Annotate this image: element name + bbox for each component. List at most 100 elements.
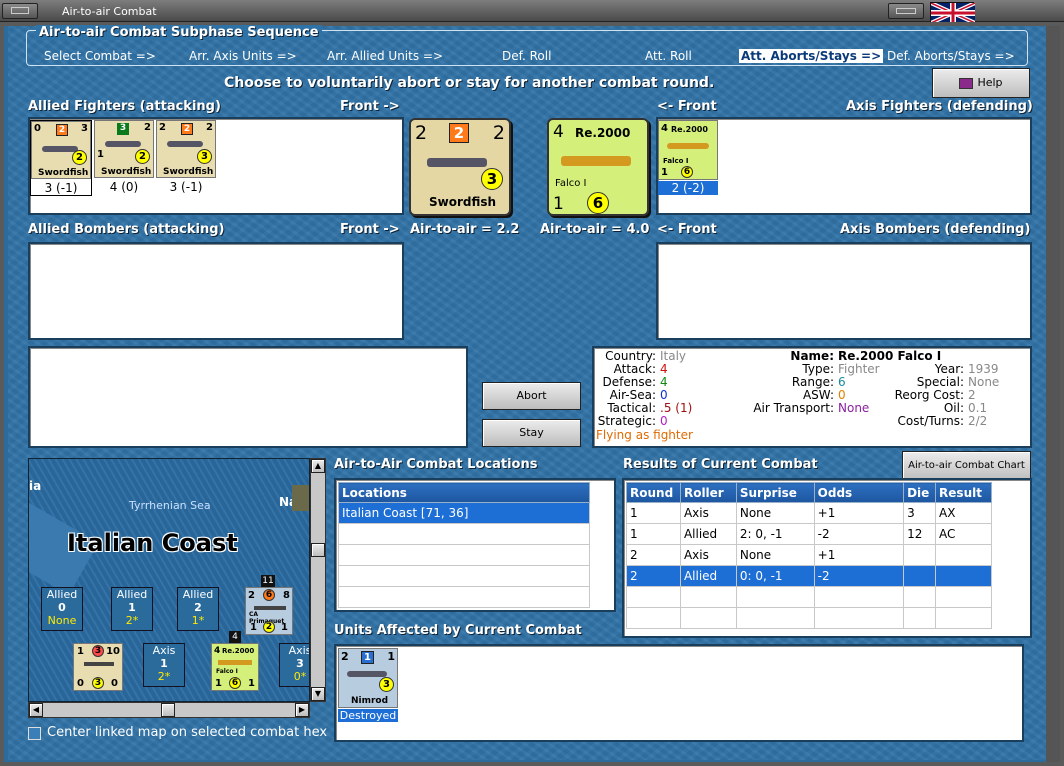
map-box-number: 0	[58, 601, 66, 614]
affected-mid: 1	[361, 651, 374, 664]
strategic-label: Strategic:	[597, 414, 656, 428]
ship-mid: 6	[263, 589, 275, 601]
cell: AX	[935, 502, 992, 524]
cell: None	[735, 502, 815, 524]
window-menu-button[interactable]	[2, 3, 38, 19]
axis-bombers-box[interactable]	[656, 242, 1032, 340]
location-row-empty[interactable]	[338, 565, 590, 587]
axis-counter-top: 4	[214, 646, 221, 656]
re2000-plane-icon	[218, 660, 252, 665]
map-horizontal-scrollbar[interactable]: ◀ ▶	[28, 702, 310, 718]
center-map-checkbox[interactable]	[28, 727, 41, 740]
cell	[903, 544, 937, 566]
allied-fighter-unit[interactable]: 1 3 2 2 Swordfish 4 (0)	[94, 120, 156, 196]
counter-name: Re.2000	[671, 125, 708, 134]
nimrod-plane-icon	[347, 671, 387, 677]
allied-counter-bottom-right: 0	[111, 678, 118, 689]
results-col-result: Result	[935, 482, 992, 503]
allied-fighter-rating: 3 (-1)	[169, 180, 203, 194]
title-bar[interactable]: Air-to-air Combat	[0, 0, 1064, 25]
allied-fighters-label: Allied Fighters (attacking)	[28, 99, 221, 114]
counter-circle-value: 3	[197, 149, 212, 164]
re2000-plane-icon	[561, 156, 631, 166]
allied-counter-bottom-mid: 3	[92, 677, 104, 689]
scroll-right-icon[interactable]: ▶	[295, 703, 309, 717]
allied-bombers-box[interactable]	[28, 242, 404, 340]
location-row-empty[interactable]	[338, 523, 590, 545]
front-right-label-2: Front ->	[340, 222, 400, 237]
affected-left: 2	[341, 650, 349, 663]
location-row-empty[interactable]	[338, 586, 590, 608]
results-row[interactable]: 1 Axis None +1 3 AX	[626, 502, 992, 524]
allied-fighter-unit[interactable]: 2 2 2 3 Swordfish 3 (-1)	[156, 120, 218, 196]
abort-button[interactable]: Abort	[482, 382, 581, 410]
counter-circle-value: 2	[72, 150, 87, 165]
map-axis-box[interactable]: Axis 3 0*	[279, 643, 309, 687]
biplane-icon	[167, 141, 203, 147]
map-box-sub: 1*	[191, 614, 205, 627]
map-partial-label-left: ia	[29, 479, 42, 493]
subphase-sequence-title: Air-to-air Combat Subphase Sequence	[36, 25, 322, 40]
scroll-up-icon[interactable]: ▲	[311, 459, 325, 473]
biplane-icon	[105, 141, 141, 147]
linked-map[interactable]: ia Napl Tyrrhenian Sea Italian Coast All…	[28, 458, 310, 702]
big-axis-top: 4	[553, 122, 564, 142]
axis-counter-bottom-left: 1	[215, 678, 222, 689]
scroll-thumb-h[interactable]	[161, 703, 175, 717]
map-box-side: Axis	[152, 644, 176, 657]
counter-left-value: 2	[159, 122, 166, 133]
axis-fighter-unit[interactable]: 4 Re.2000 Falco I 1 6 2 (-2)	[658, 120, 720, 196]
map-axis-box[interactable]: Axis 1 2*	[143, 643, 185, 687]
results-row-selected[interactable]: 2 Allied 0: 0, -1 -2	[626, 565, 992, 587]
map-allied-box[interactable]: Allied 2 1*	[177, 587, 219, 631]
big-allied-mid: 2	[449, 123, 469, 143]
location-row-empty[interactable]	[338, 544, 590, 566]
results-row[interactable]: 1 Allied 2: 0, -1 -2 12 AC	[626, 523, 992, 545]
axis-fighter-rating: 2 (-2)	[658, 181, 718, 195]
allied-fighter-rating: 4 (0)	[109, 180, 139, 194]
combat-chart-button[interactable]: Air-to-air Combat Chart	[902, 451, 1031, 481]
front-left-label: <- Front	[657, 99, 717, 114]
counter-circle-value: 2	[135, 149, 150, 164]
cell: AC	[935, 523, 992, 545]
cell: +1	[813, 544, 905, 566]
help-button[interactable]: Help	[932, 68, 1030, 98]
counter-mid-value: 3	[117, 123, 129, 135]
axis-counter-bottom-right: 1	[248, 678, 255, 689]
minimize-button[interactable]	[888, 3, 924, 19]
scroll-left-icon[interactable]: ◀	[29, 703, 43, 717]
axis-bombers-label: Axis Bombers (defending)	[840, 222, 1031, 237]
location-row-selected[interactable]: Italian Coast [71, 36]	[338, 502, 590, 524]
scroll-thumb[interactable]	[311, 543, 325, 557]
cell: -2	[813, 565, 905, 587]
results-table-panel[interactable]: Round Roller Surprise Odds Die Result 1A…	[622, 478, 1032, 638]
locations-list[interactable]: Locations Italian Coast [71, 36]	[334, 478, 616, 612]
axis-fighters-label: Axis Fighters (defending)	[846, 99, 1033, 114]
scroll-down-icon[interactable]: ▼	[311, 687, 325, 701]
location-cell: Italian Coast [71, 36]	[338, 502, 590, 524]
swordfish-plane-icon	[427, 158, 487, 167]
map-axis-counter[interactable]: 4 Re.2000 Falco I 1 6 1	[211, 643, 259, 691]
results-row-empty[interactable]	[626, 607, 992, 629]
map-allied-box[interactable]: Allied 0 None	[41, 587, 83, 631]
map-vertical-scrollbar[interactable]: ▲ ▼	[310, 458, 326, 702]
selected-allied-counter[interactable]: 2 2 2 3 Swordfish	[409, 118, 511, 216]
allied-fighter-unit[interactable]: 0 2 3 2 Swordfish 3 (-1)	[30, 120, 92, 196]
map-ship-counter[interactable]: 2 6 8 CA Primaguet 1 2 1	[245, 587, 293, 635]
results-row-empty[interactable]	[626, 586, 992, 608]
status-text: Flying as fighter	[596, 428, 693, 442]
map-box-number: 2	[194, 601, 202, 614]
stay-button[interactable]: Stay	[482, 419, 581, 447]
locations-header: Locations	[338, 482, 590, 503]
affected-unit[interactable]: 2 1 1 3 Nimrod Destroyed	[338, 648, 400, 724]
selected-axis-counter[interactable]: 4 Re.2000 Falco I 1 6	[547, 118, 649, 216]
map-allied-counter[interactable]: 1 3 10 0 3 0	[73, 643, 123, 691]
map-allied-box[interactable]: Allied 1 2*	[111, 587, 153, 631]
affected-units-box[interactable]	[334, 644, 1024, 742]
seq-step-def-aborts: Def. Aborts/Stays =>	[887, 49, 1015, 63]
results-row[interactable]: 2 Axis None +1	[626, 544, 992, 566]
counter-name: Swordfish	[101, 167, 152, 177]
axis-counter-bottom-mid: 6	[229, 677, 241, 689]
map-box-sub: 2*	[125, 614, 139, 627]
allied-counter-right: 10	[106, 646, 120, 657]
